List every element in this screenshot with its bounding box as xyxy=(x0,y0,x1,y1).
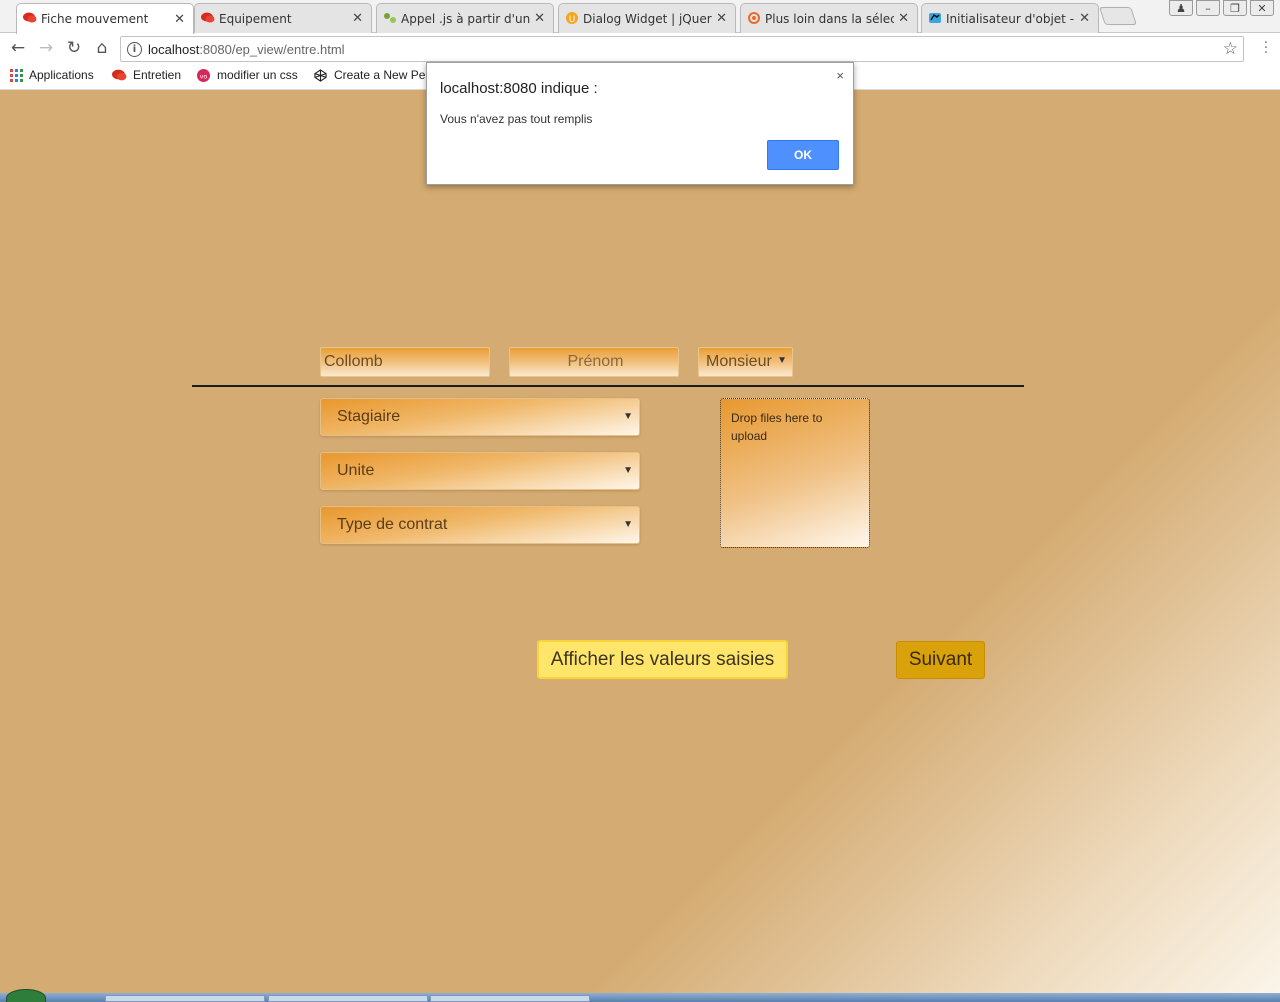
taskbar-item[interactable] xyxy=(430,995,590,1002)
info-icon[interactable]: i xyxy=(127,41,142,57)
bookmark-codepen[interactable]: Create a New Pen xyxy=(313,68,432,82)
next-button[interactable]: Suivant xyxy=(896,641,985,679)
svg-text:vo: vo xyxy=(200,72,208,80)
start-button[interactable] xyxy=(6,989,46,1002)
civilite-select[interactable]: Monsieur ▼ xyxy=(698,347,793,377)
page-content: Collomb Prénom Monsieur ▼ Stagiaire ▼ Un… xyxy=(0,90,1280,995)
dropdown-arrow-icon: ▼ xyxy=(623,411,633,422)
address-bar[interactable]: i localhost:8080/ep_view/entre.html ☆ xyxy=(120,36,1244,62)
close-tab-icon[interactable]: ✕ xyxy=(352,11,363,26)
profile-icon[interactable]: ♟ xyxy=(1169,0,1193,16)
close-tab-icon[interactable]: ✕ xyxy=(1079,11,1090,26)
show-values-button[interactable]: Afficher les valeurs saisies xyxy=(537,640,788,679)
green-dots-icon xyxy=(384,13,396,23)
url-text[interactable]: localhost:8080/ep_view/entre.html xyxy=(148,42,1223,57)
blue-dino-icon xyxy=(929,13,941,23)
window-controls: ♟ – ❐ ✕ xyxy=(1169,0,1274,16)
bookmark-star-icon[interactable]: ☆ xyxy=(1223,39,1238,59)
prenom-input[interactable]: Prénom xyxy=(509,347,679,377)
restore-icon[interactable]: ❐ xyxy=(1223,0,1247,16)
new-tab-button[interactable] xyxy=(1099,7,1137,25)
alert-title: localhost:8080 indique : xyxy=(440,80,598,97)
close-tab-icon[interactable]: ✕ xyxy=(174,12,185,27)
tab-fiche-mouvement[interactable]: Fiche mouvement ✕ xyxy=(16,3,194,34)
browser-tab-strip: Fiche mouvement ✕ Equipement ✕ Appel .js… xyxy=(0,0,1280,34)
unite-select[interactable]: Unite ▼ xyxy=(320,452,640,490)
browser-toolbar: ← → ↻ ⌂ i localhost:8080/ep_view/entre.h… xyxy=(0,33,1280,63)
file-dropzone[interactable]: Drop files here to upload xyxy=(720,398,870,548)
red-speech-icon xyxy=(112,69,127,80)
os-taskbar xyxy=(0,989,1280,1002)
codepen-icon xyxy=(314,68,327,82)
statut-select[interactable]: Stagiaire ▼ xyxy=(320,398,640,436)
minimize-icon[interactable]: – xyxy=(1196,0,1220,16)
bookmark-entretien[interactable]: Entretien xyxy=(112,68,181,82)
alert-message: Vous n'avez pas tout remplis xyxy=(440,112,593,126)
close-icon[interactable]: × xyxy=(836,68,844,83)
dropdown-arrow-icon: ▼ xyxy=(623,519,633,530)
back-arrow-icon[interactable]: ← xyxy=(8,38,28,58)
dropdown-arrow-icon: ▼ xyxy=(777,355,787,366)
home-icon[interactable]: ⌂ xyxy=(92,38,112,58)
close-tab-icon[interactable]: ✕ xyxy=(898,11,909,26)
menu-dots-icon[interactable]: · · · xyxy=(1264,37,1268,60)
dropdown-arrow-icon: ▼ xyxy=(623,465,633,476)
bookmark-modifier-css[interactable]: vo modifier un css xyxy=(196,68,298,82)
taskbar-item[interactable] xyxy=(105,995,265,1002)
red-speech-icon xyxy=(201,12,215,23)
bookmark-applications[interactable]: Applications xyxy=(10,68,94,82)
reload-icon[interactable]: ↻ xyxy=(64,38,84,58)
alert-dialog: × localhost:8080 indique : Vous n'avez p… xyxy=(426,62,854,185)
apps-grid-icon xyxy=(10,68,23,82)
red-speech-icon xyxy=(23,12,37,23)
close-window-icon[interactable]: ✕ xyxy=(1250,0,1274,16)
horizontal-divider xyxy=(192,385,1024,387)
tab-initialisateur[interactable]: Initialisateur d'objet - J ✕ xyxy=(921,3,1099,33)
tab-equipement[interactable]: Equipement ✕ xyxy=(194,3,372,33)
orange-u-icon: U xyxy=(566,12,578,24)
orange-swirl-icon xyxy=(748,12,760,24)
tab-appel-js[interactable]: Appel .js à partir d'un j ✕ xyxy=(376,3,554,33)
contrat-select[interactable]: Type de contrat ▼ xyxy=(320,506,640,544)
tab-dialog-widget[interactable]: U Dialog Widget | jQuery ✕ xyxy=(558,3,736,33)
close-tab-icon[interactable]: ✕ xyxy=(534,11,545,26)
svg-text:U: U xyxy=(569,15,576,24)
pink-circle-icon: vo xyxy=(197,68,210,82)
ok-button[interactable]: OK xyxy=(767,140,839,170)
close-tab-icon[interactable]: ✕ xyxy=(716,11,727,26)
tab-plus-loin[interactable]: Plus loin dans la sélect ✕ xyxy=(740,3,918,33)
taskbar-item[interactable] xyxy=(268,995,428,1002)
nom-input[interactable]: Collomb xyxy=(320,347,490,377)
forward-arrow-icon[interactable]: → xyxy=(36,38,56,58)
